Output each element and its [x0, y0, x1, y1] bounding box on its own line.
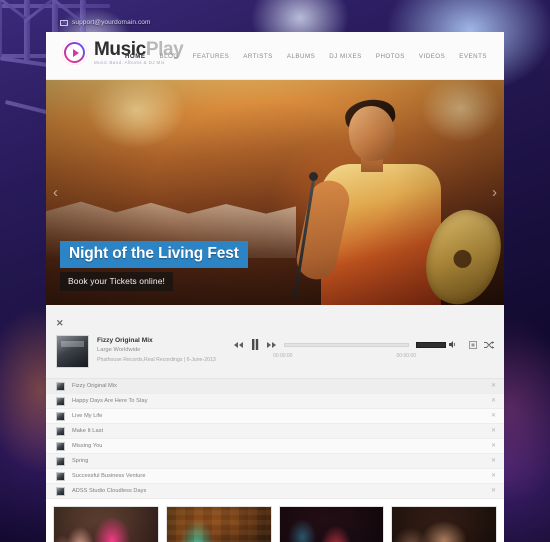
- gallery-photo: [54, 507, 158, 542]
- track-thumbnail-icon: [56, 396, 65, 406]
- remove-track-icon[interactable]: ✕: [491, 473, 496, 479]
- track-thumbnail-icon: [56, 411, 65, 421]
- seek-bar[interactable]: [284, 342, 409, 347]
- remove-track-icon[interactable]: ✕: [491, 443, 496, 449]
- volume-control[interactable]: [416, 340, 456, 349]
- time-total: 00:00:00: [396, 353, 416, 359]
- site-container: MusicPlay Music Band, Albums & DJ Mix HO…: [46, 32, 504, 542]
- remove-track-icon[interactable]: ✕: [491, 383, 496, 389]
- playlist-item[interactable]: Successful Business Venture ✕: [46, 469, 504, 484]
- music-player: ✕ Fizzy Original Mix Large Worldwide Pha…: [46, 305, 504, 379]
- playlist-item-title: Fizzy Original Mix: [72, 383, 118, 389]
- nav-item-events[interactable]: EVENTS: [452, 49, 494, 64]
- gallery-card[interactable]: Insomnia Music Festival 1-September-2013: [391, 506, 497, 542]
- playlist-item[interactable]: Missing You ✕: [46, 439, 504, 454]
- volume-slider[interactable]: [416, 341, 446, 348]
- event-gallery: Simple Summer Session 9-October-2013 Qua…: [46, 499, 504, 542]
- pause-button[interactable]: [251, 339, 259, 350]
- close-icon[interactable]: ✕: [56, 319, 64, 328]
- playlist-item-title: ADSS Studio Cloudless Days: [72, 488, 147, 494]
- remove-track-icon[interactable]: ✕: [491, 428, 496, 434]
- time-elapsed: 00:00:00: [273, 353, 293, 359]
- track-thumbnail-icon: [56, 441, 65, 451]
- track-thumbnail-icon: [56, 381, 65, 391]
- playlist-item-title: Make It Last: [72, 428, 104, 434]
- nav-item-videos[interactable]: VIDEOS: [412, 49, 452, 64]
- contact-email-text: support@yourdomain.com: [72, 19, 151, 26]
- nav-item-photos[interactable]: PHOTOS: [369, 49, 412, 64]
- track-thumbnail-icon: [56, 486, 65, 496]
- gallery-card[interactable]: Simple Summer Session 9-October-2013: [53, 506, 159, 542]
- track-metadata: Fizzy Original Mix Large Worldwide Phath…: [97, 335, 225, 365]
- nav-item-dj-mixes[interactable]: DJ MIXES: [322, 49, 369, 64]
- album-cover-image: [56, 335, 89, 368]
- nav-item-artists[interactable]: ARTISTS: [236, 49, 280, 64]
- playlist-item-title: Spring: [72, 458, 89, 464]
- playlist-item[interactable]: Spring ✕: [46, 454, 504, 469]
- track-thumbnail-icon: [56, 426, 65, 436]
- shuffle-button[interactable]: [484, 340, 494, 349]
- remove-track-icon[interactable]: ✕: [491, 488, 496, 494]
- playlist-item-title: Successful Business Venture: [72, 473, 146, 479]
- nav-item-home[interactable]: HOME: [118, 49, 153, 64]
- track-label: Phathouse Records,Real Recordings | 6-Ju…: [97, 356, 216, 363]
- play-circle-icon: [62, 40, 87, 66]
- playlist-item-title: Happy Days Are Here To Stay: [72, 398, 148, 404]
- speaker-icon[interactable]: [449, 340, 456, 349]
- gallery-card[interactable]: Future Music Festival 22-September-2013: [278, 506, 385, 542]
- gallery-photo: [392, 507, 496, 542]
- gallery-card[interactable]: Quantum Force 27-September-2013: [165, 506, 272, 542]
- player-time-display: 00:00:00 00:00:00: [233, 353, 494, 359]
- hero-slider: Night of the Living Fest Book your Ticke…: [46, 80, 504, 305]
- gallery-photo: [279, 507, 384, 542]
- nav-item-blog[interactable]: BLOG: [153, 49, 186, 64]
- remove-track-icon[interactable]: ✕: [491, 413, 496, 419]
- chevron-right-icon[interactable]: ›: [487, 182, 502, 204]
- hero-title: Night of the Living Fest: [60, 241, 248, 268]
- chevron-left-icon[interactable]: ‹: [48, 182, 63, 204]
- top-bar: support@yourdomain.com: [0, 0, 550, 32]
- contact-email[interactable]: support@yourdomain.com: [60, 19, 151, 26]
- playlist-item-title: Live My Life: [72, 413, 103, 419]
- repeat-button[interactable]: [469, 340, 477, 349]
- site-header: MusicPlay Music Band, Albums & DJ Mix HO…: [46, 32, 504, 80]
- playlist-item[interactable]: Live My Life ✕: [46, 409, 504, 424]
- player-controls: 00:00:00 00:00:00: [233, 335, 494, 359]
- envelope-icon: [60, 19, 68, 26]
- playlist-item[interactable]: ADSS Studio Cloudless Days ✕: [46, 484, 504, 499]
- gallery-photo: [166, 507, 271, 542]
- nav-item-features[interactable]: FEATURES: [186, 49, 237, 64]
- next-track-button[interactable]: [266, 341, 277, 349]
- playlist-item[interactable]: Fizzy Original Mix ✕: [46, 379, 504, 394]
- remove-track-icon[interactable]: ✕: [491, 458, 496, 464]
- nav-item-albums[interactable]: ALBUMS: [280, 49, 322, 64]
- playlist-item-title: Missing You: [72, 443, 103, 449]
- track-title: Fizzy Original Mix: [97, 337, 153, 344]
- playlist-item[interactable]: Happy Days Are Here To Stay ✕: [46, 394, 504, 409]
- track-artist: Large Worldwide: [97, 346, 141, 353]
- playlist-item[interactable]: Make It Last ✕: [46, 424, 504, 439]
- track-thumbnail-icon: [56, 456, 65, 466]
- playlist: Fizzy Original Mix ✕ Happy Days Are Here…: [46, 379, 504, 499]
- hero-caption: Night of the Living Fest Book your Ticke…: [60, 241, 248, 291]
- hero-subtitle: Book your Tickets online!: [60, 272, 173, 291]
- track-thumbnail-icon: [56, 471, 65, 481]
- main-navigation: HOME BLOG FEATURES ARTISTS ALBUMS DJ MIX…: [118, 32, 494, 80]
- previous-track-button[interactable]: [233, 341, 244, 349]
- remove-track-icon[interactable]: ✕: [491, 398, 496, 404]
